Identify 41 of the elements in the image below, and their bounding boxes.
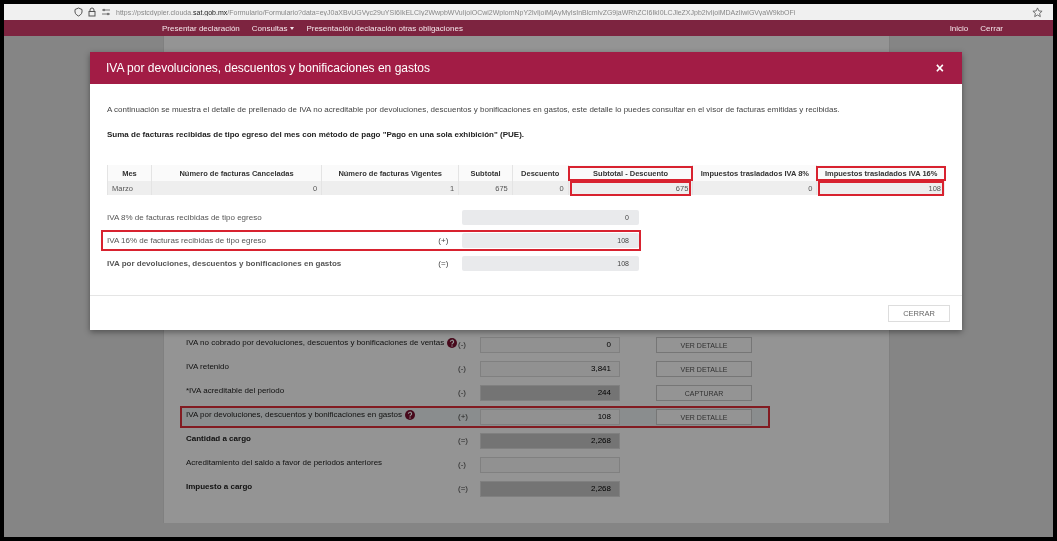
amount-field[interactable]: 2,268 <box>480 481 620 497</box>
amount-field[interactable]: 0 <box>480 337 620 353</box>
shield-icon <box>74 7 83 17</box>
modal-title: IVA por devoluciones, descuentos y bonificaciones en gastos <box>106 61 430 75</box>
operator-sign: (-) <box>458 459 467 471</box>
intro-paragraph: A continuación se muestra el detalle de prellenado de IVA no acreditable por devoluciones, descuentos y bonificaciones en gastos, este detalle lo puedes consultar en el visor de facturas emitidas y recibidas. <box>107 104 841 116</box>
form-label: IVA por devoluciones, descuentos y bonificaciones en gastos <box>186 410 402 419</box>
amount-field[interactable]: 244 <box>480 385 620 401</box>
form-label: IVA retenido <box>186 362 229 371</box>
operator-sign: (+) <box>438 236 449 245</box>
amount-field[interactable]: 3,841 <box>480 361 620 377</box>
help-icon[interactable] <box>405 409 415 420</box>
form-label: IVA no cobrado por devoluciones, descuentos y bonificaciones de ventas <box>186 338 445 347</box>
nav-link[interactable]: Consultas <box>251 23 295 33</box>
field-label: IVA 8% de facturas recibidas de tipo egreso <box>107 213 263 222</box>
operator-sign: (+) <box>458 411 469 423</box>
nav-link[interactable]: Presentación declaración otras obligaciones <box>306 23 463 33</box>
caret-icon <box>290 26 295 30</box>
help-icon[interactable] <box>447 337 458 348</box>
nav-link[interactable]: Cerrar <box>980 23 1003 33</box>
form-label: Impuesto a cargo <box>186 482 253 491</box>
form-label: *IVA acreditable del periodo <box>186 386 285 395</box>
field-label: IVA por devoluciones, descuentos y bonificaciones en gastos <box>107 259 343 268</box>
operator-sign: (=) <box>458 435 469 447</box>
nav-link[interactable]: Inicio <box>949 23 969 33</box>
form-label: Cantidad a cargo <box>186 434 251 443</box>
close-button[interactable]: × <box>933 61 946 75</box>
operator-sign: (=) <box>438 259 449 268</box>
operator-sign: (-) <box>458 387 467 399</box>
lock-icon <box>88 7 96 17</box>
operator-sign: (-) <box>458 339 467 351</box>
form-label: Acreditamiento del saldo a favor de periodos anteriores <box>186 458 383 467</box>
section-heading: Suma de facturas recibidas de tipo egreso del mes con método de pago "Pago en una sola exhibición" (PUE). <box>107 130 525 139</box>
operator-sign: (-) <box>458 363 467 375</box>
field-label: IVA 16% de facturas recibidas de tipo egreso <box>107 236 268 245</box>
nav-link[interactable]: Presentar declaración <box>162 23 240 33</box>
permissions-icon <box>101 8 111 16</box>
amount-field[interactable]: 2,268 <box>480 433 620 449</box>
amount-field[interactable]: 108 <box>480 409 620 425</box>
bookmark-star-icon[interactable] <box>1032 6 1043 18</box>
operator-sign: (=) <box>458 483 469 495</box>
